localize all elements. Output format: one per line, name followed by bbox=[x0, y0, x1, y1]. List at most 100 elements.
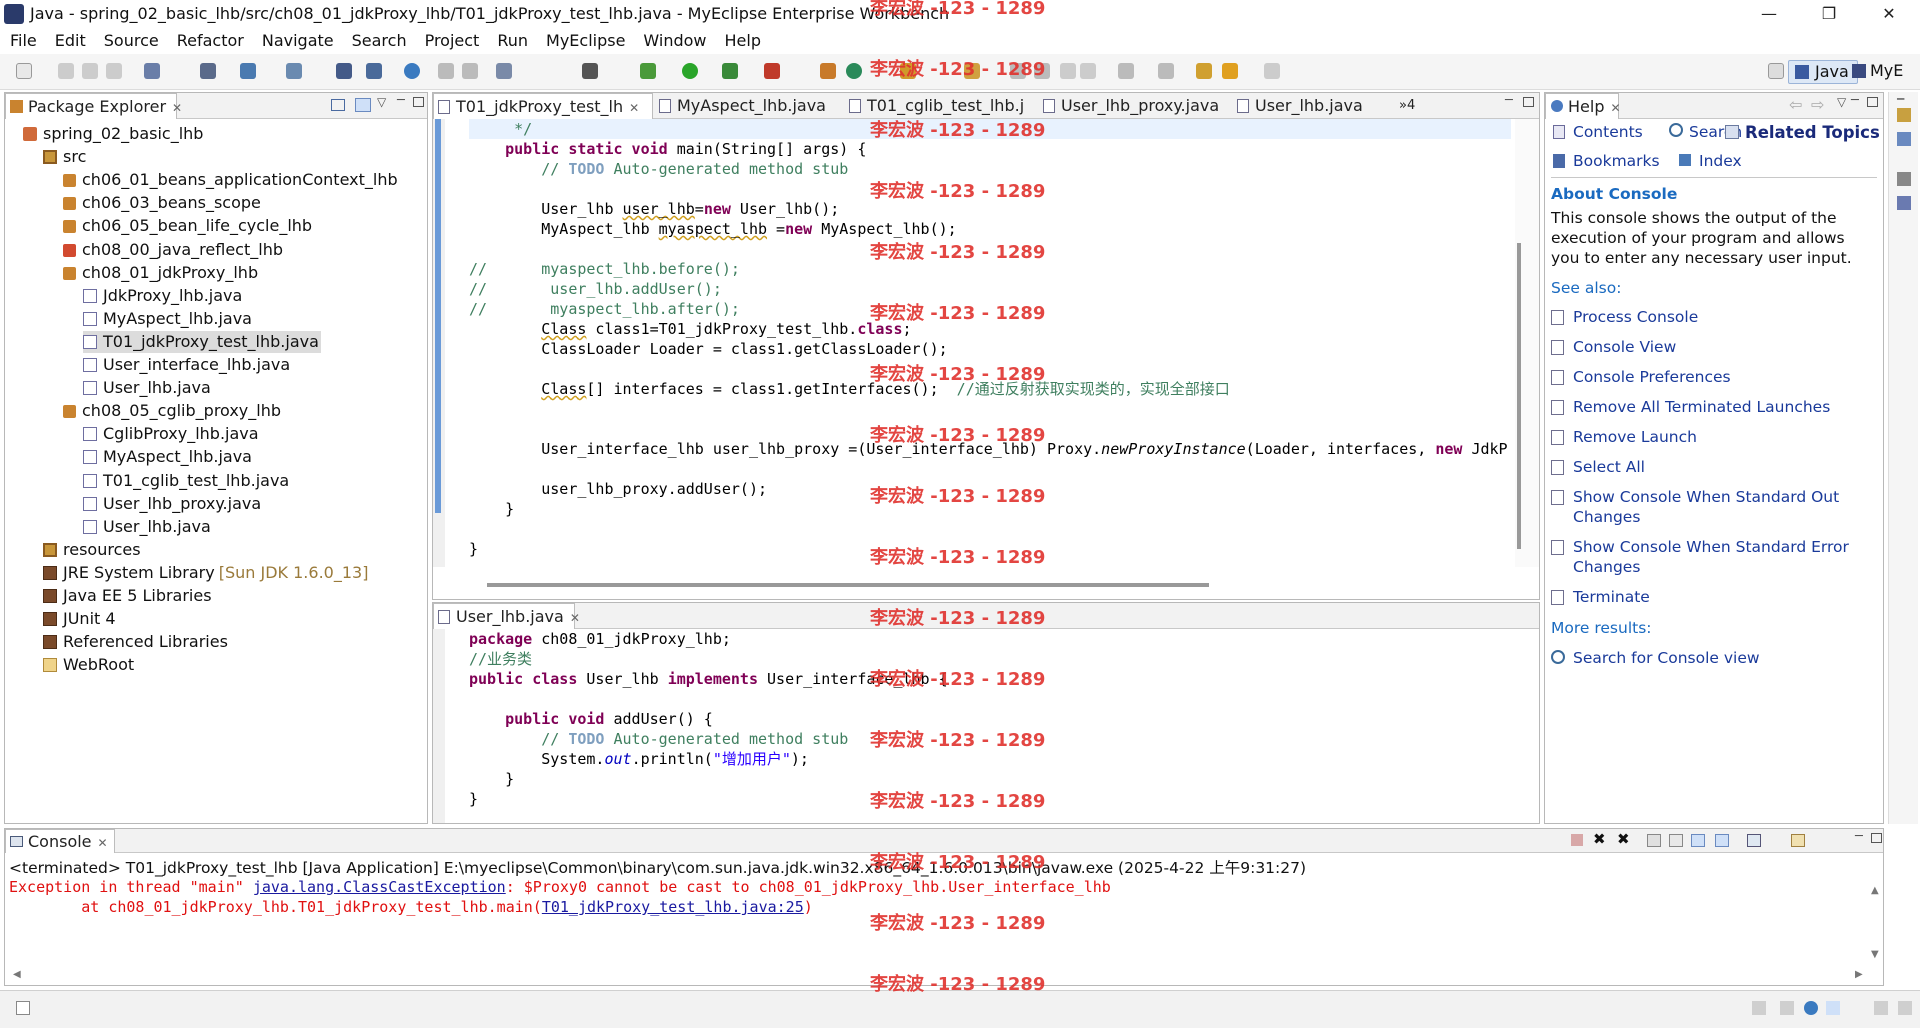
help-link-remove-all-terminated-launches[interactable]: Remove All Terminated Launches bbox=[1551, 397, 1873, 417]
server-icon[interactable] bbox=[200, 63, 216, 79]
menu-source[interactable]: Source bbox=[94, 28, 167, 50]
open-console-icon[interactable] bbox=[1791, 834, 1805, 847]
maximize-view-icon[interactable] bbox=[1523, 97, 1534, 107]
tree-item-user-lhb-proxy-java[interactable]: User_lhb_proxy.java bbox=[83, 493, 261, 515]
new-project-icon[interactable] bbox=[144, 63, 160, 79]
tree-item-myaspect-lhb-java[interactable]: MyAspect_lhb.java bbox=[83, 446, 252, 468]
tree-item-junit-4[interactable]: JUnit 4 bbox=[43, 608, 116, 630]
close-button[interactable]: ✕ bbox=[1866, 0, 1912, 28]
tree-item-user-lhb-java[interactable]: User_lhb.java bbox=[83, 516, 211, 538]
tab-help[interactable]: Help ✕ bbox=[1545, 93, 1621, 119]
tree-item-ch08-01-jdkproxy-lhb[interactable]: ch08_01_jdkProxy_lhb bbox=[63, 262, 258, 284]
help-bookmarks-link[interactable]: Bookmarks bbox=[1553, 152, 1660, 170]
tree-item-ch08-05-cglib-proxy-lhb[interactable]: ch08_05_cglib_proxy_lhb bbox=[63, 400, 281, 422]
globe-icon[interactable] bbox=[404, 63, 420, 79]
scroll-down-icon[interactable]: ▼ bbox=[1871, 949, 1879, 960]
menu-run[interactable]: Run bbox=[487, 28, 536, 50]
trim-minimize-icon[interactable]: ─ bbox=[1897, 92, 1904, 106]
status-icon-4[interactable] bbox=[1826, 1001, 1840, 1015]
maximize-view-icon[interactable] bbox=[1871, 833, 1882, 843]
help-link-select-all[interactable]: Select All bbox=[1551, 457, 1873, 477]
save-all-icon[interactable] bbox=[82, 63, 98, 79]
forward-icon[interactable] bbox=[1264, 63, 1280, 79]
menu-help[interactable]: Help bbox=[715, 28, 769, 50]
close-icon[interactable]: ✕ bbox=[1610, 101, 1620, 115]
forward-icon[interactable]: ⇨ bbox=[1811, 95, 1824, 114]
tree-item-webroot[interactable]: WebRoot bbox=[43, 654, 134, 676]
help-link-remove-launch[interactable]: Remove Launch bbox=[1551, 427, 1873, 447]
word-wrap-icon[interactable] bbox=[1691, 834, 1705, 847]
link-editor-icon[interactable] bbox=[355, 98, 371, 112]
editor-hscroll-thumb[interactable] bbox=[487, 583, 1209, 587]
run-icon[interactable] bbox=[682, 63, 698, 79]
tree-item-ch06-01-beans-applicationcontext-lhb[interactable]: ch06_01_beans_applicationContext_lhb bbox=[63, 169, 398, 191]
tasks-icon[interactable] bbox=[1897, 172, 1911, 186]
menu-refactor[interactable]: Refactor bbox=[167, 28, 252, 50]
debug-icon[interactable] bbox=[640, 63, 656, 79]
tab-user-lhb-second[interactable]: User_lhb.java ✕ bbox=[433, 603, 580, 629]
next-edit-icon[interactable] bbox=[1118, 63, 1134, 79]
tree-item-user-lhb-java[interactable]: User_lhb.java bbox=[83, 377, 211, 399]
tree-item-jre-system-library[interactable]: JRE System Library [Sun JDK 1.6.0_13] bbox=[43, 562, 368, 584]
run-external-icon[interactable] bbox=[722, 63, 738, 79]
perspective-myeclipse[interactable]: MyE bbox=[1848, 60, 1903, 84]
scroll-left-icon[interactable]: ◀ bbox=[13, 969, 21, 980]
menu-file[interactable]: File bbox=[0, 28, 45, 50]
forward-history-icon[interactable] bbox=[462, 63, 478, 79]
tab-package-explorer[interactable]: Package Explorer ✕ bbox=[5, 93, 182, 119]
editor-scrollbar-thumb[interactable] bbox=[1517, 243, 1521, 549]
view-menu-icon[interactable]: ▽ bbox=[377, 95, 386, 109]
exception-link[interactable]: java.lang.ClassCastException bbox=[253, 878, 506, 896]
clear-console-icon[interactable] bbox=[1647, 834, 1661, 847]
help-contents-link[interactable]: Contents bbox=[1553, 123, 1643, 141]
status-icon-2[interactable] bbox=[1780, 1001, 1794, 1015]
view-menu-icon[interactable]: ▽ bbox=[1837, 95, 1846, 109]
search-console-link[interactable]: Search for Console view bbox=[1551, 649, 1760, 667]
outline-icon[interactable] bbox=[1897, 108, 1911, 122]
status-icon-3[interactable] bbox=[1804, 1001, 1818, 1015]
display-console-icon[interactable] bbox=[1747, 834, 1761, 847]
web-icon[interactable] bbox=[286, 63, 302, 79]
minimize-view-icon[interactable]: ─ bbox=[1505, 93, 1513, 108]
remove-launch-icon[interactable]: ✖ bbox=[1593, 830, 1606, 848]
minimize-button[interactable]: — bbox=[1746, 0, 1792, 28]
print-icon[interactable] bbox=[106, 63, 122, 79]
tree-item-jdkproxy-lhb-java[interactable]: JdkProxy_lhb.java bbox=[83, 285, 242, 307]
tab-overflow[interactable]: »4 bbox=[1393, 93, 1433, 119]
ejb-icon[interactable] bbox=[366, 63, 382, 79]
help-link-terminate[interactable]: Terminate bbox=[1551, 587, 1873, 607]
hierarchy-icon[interactable] bbox=[1897, 132, 1911, 146]
help-link-console-view[interactable]: Console View bbox=[1551, 337, 1873, 357]
fast-view-icon[interactable] bbox=[16, 1001, 30, 1015]
tree-item-t01-jdkproxy-test-lhb-java[interactable]: T01_jdkProxy_test_lhb.java bbox=[83, 330, 321, 353]
tree-item-cglibproxy-lhb-java[interactable]: CglibProxy_lhb.java bbox=[83, 423, 259, 445]
menu-search[interactable]: Search bbox=[342, 28, 415, 50]
tree-item-src[interactable]: src bbox=[43, 146, 86, 168]
menu-navigate[interactable]: Navigate bbox=[252, 28, 342, 50]
tab-console[interactable]: Console ✕ bbox=[5, 829, 115, 853]
open-type-icon[interactable] bbox=[336, 63, 352, 79]
minimize-view-icon[interactable]: ─ bbox=[397, 93, 405, 108]
help-related-link[interactable]: Related Topics bbox=[1725, 123, 1880, 142]
save-icon[interactable] bbox=[58, 63, 74, 79]
close-icon[interactable]: ✕ bbox=[629, 101, 639, 115]
tree-item-ch08-00-java-reflect-lhb[interactable]: ch08_00_java_reflect_lhb bbox=[63, 239, 283, 261]
tab-user-lhb-proxy[interactable]: User_lhb_proxy.java bbox=[1039, 93, 1233, 119]
stacktrace-link[interactable]: T01_jdkProxy_test_lhb.java:25 bbox=[542, 898, 804, 916]
scroll-lock-icon[interactable] bbox=[1669, 834, 1683, 847]
maximize-button[interactable]: ❐ bbox=[1806, 0, 1852, 28]
status-icon-6[interactable] bbox=[1898, 1001, 1912, 1015]
tree-item-myaspect-lhb-java[interactable]: MyAspect_lhb.java bbox=[83, 308, 252, 330]
back-history-icon[interactable] bbox=[438, 63, 454, 79]
new-package-icon[interactable] bbox=[846, 63, 862, 79]
status-icon-5[interactable] bbox=[1874, 1001, 1888, 1015]
new-class-icon[interactable] bbox=[820, 63, 836, 79]
remove-all-icon[interactable]: ✖ bbox=[1617, 830, 1630, 848]
help-link-console-preferences[interactable]: Console Preferences bbox=[1551, 367, 1873, 387]
pin-console-icon[interactable] bbox=[1715, 834, 1729, 847]
scroll-right-icon[interactable]: ▶ bbox=[1855, 969, 1863, 980]
menu-window[interactable]: Window bbox=[633, 28, 714, 50]
deploy-icon[interactable] bbox=[240, 63, 256, 79]
tree-item-java-ee-5-libraries[interactable]: Java EE 5 Libraries bbox=[43, 585, 212, 607]
collapse-all-icon[interactable] bbox=[331, 99, 345, 111]
